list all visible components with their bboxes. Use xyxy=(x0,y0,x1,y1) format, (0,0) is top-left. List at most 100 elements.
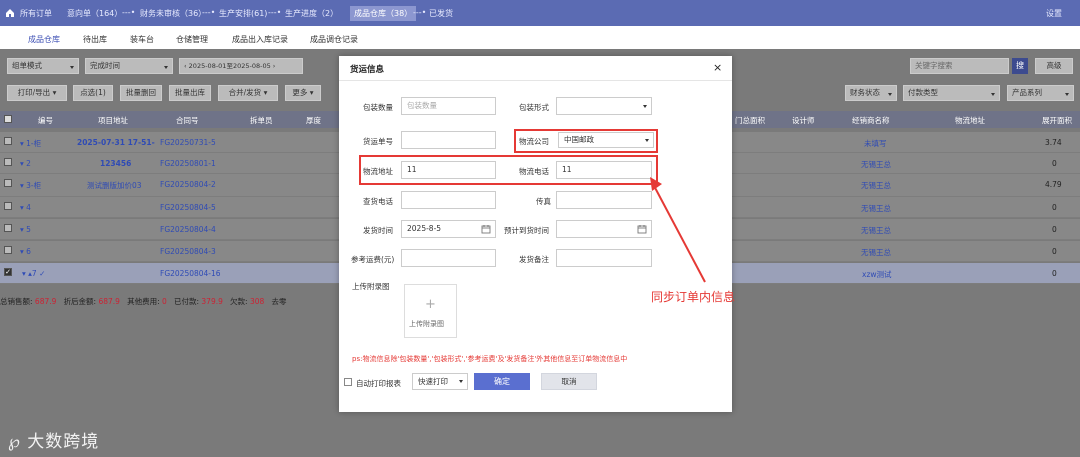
fax-input[interactable] xyxy=(556,191,652,209)
row-area: 0 xyxy=(1052,269,1057,278)
nav-settings[interactable]: 设置 xyxy=(1046,8,1062,19)
col-door-area[interactable]: 门总面积 xyxy=(735,115,765,126)
col-contract[interactable]: 合同号 xyxy=(176,115,199,126)
ship-note-input[interactable] xyxy=(556,249,652,267)
select-all-checkbox[interactable] xyxy=(4,115,12,123)
tab-io-records[interactable]: 成品出入库记录 xyxy=(232,34,288,45)
keyword-search-input[interactable]: 关键字搜索 xyxy=(910,58,1009,74)
col-designer[interactable]: 设计师 xyxy=(792,115,815,126)
auto-print-checkbox[interactable] xyxy=(344,378,352,386)
date-range-picker[interactable]: ‹ 2025-08-01至2025-08-05 › xyxy=(179,58,303,74)
row-dealer[interactable]: 无锡王总 xyxy=(861,180,891,191)
row-checkbox[interactable] xyxy=(4,224,12,232)
total-value: 687.9 xyxy=(34,297,57,306)
row-checkbox[interactable] xyxy=(4,246,12,254)
fee-input[interactable] xyxy=(401,249,496,267)
confirm-button[interactable]: 确定 xyxy=(474,373,530,390)
row-id[interactable]: ▾ 5 xyxy=(20,225,31,234)
row-contract[interactable]: FG20250804-2 xyxy=(160,180,216,189)
more-button[interactable]: 更多 ▾ xyxy=(285,85,321,101)
row-project[interactable]: 测试删版加价03 xyxy=(87,180,142,191)
row-id[interactable]: ▾ ▴7 ✓ xyxy=(22,269,45,278)
tab-pending-out[interactable]: 待出库 xyxy=(83,34,107,45)
row-dealer[interactable]: 无锡王总 xyxy=(861,203,891,214)
fax-label: 传真 xyxy=(536,197,551,206)
col-dealer[interactable]: 经销商名称 xyxy=(852,115,890,126)
row-dealer[interactable]: 无锡王总 xyxy=(861,247,891,258)
row-id[interactable]: ▾ 4 xyxy=(20,203,31,212)
nav-finance[interactable]: 财务未审核（36） xyxy=(140,8,206,19)
select-button[interactable]: 点选(1) xyxy=(73,85,113,101)
row-checkbox[interactable] xyxy=(4,202,12,210)
col-project[interactable]: 项目地址 xyxy=(98,115,128,126)
nav-all-orders[interactable]: 所有订单 xyxy=(20,8,52,19)
col-area[interactable]: 展开面积 xyxy=(1042,115,1072,126)
row-id[interactable]: ▾ 6 xyxy=(20,247,31,256)
query-phone-input[interactable] xyxy=(401,191,496,209)
row-dealer[interactable]: xzw测试 xyxy=(862,269,892,280)
print-export-button[interactable]: 打印/导出 ▾ xyxy=(7,85,67,101)
row-project[interactable]: 2025-07-31 17-51- xyxy=(77,138,155,147)
upload-box[interactable]: + 上传附录图 xyxy=(404,284,457,338)
upload-label: 上传附录图 xyxy=(352,282,390,291)
col-splitter[interactable]: 拆单员 xyxy=(250,115,273,126)
nav-finished-warehouse[interactable]: 成品仓库（38） xyxy=(350,6,417,21)
nav-intent[interactable]: 意向单（164） xyxy=(67,8,122,19)
print-mode-select[interactable]: 快速打印 xyxy=(412,373,468,390)
row-dealer[interactable]: 无锡王总 xyxy=(861,159,891,170)
row-checkbox[interactable] xyxy=(4,137,12,145)
row-id[interactable]: ▾ 2 xyxy=(20,159,31,168)
tab-storage[interactable]: 仓储管理 xyxy=(176,34,208,45)
nav-production[interactable]: 生产安排(61) xyxy=(219,8,267,19)
row-contract[interactable]: FG20250804-5 xyxy=(160,203,216,212)
batch-out-button[interactable]: 批量出库 xyxy=(169,85,211,101)
search-button[interactable]: 搜 xyxy=(1012,58,1028,74)
row-id[interactable]: ▾ 3-柜 xyxy=(20,180,41,191)
product-series-select[interactable]: 产品系列 xyxy=(1007,85,1074,101)
row-contract[interactable]: FG20250804-16 xyxy=(160,269,221,278)
row-checkbox[interactable] xyxy=(4,158,12,166)
pack-type-label: 包装形式 xyxy=(519,103,549,112)
row-checkbox[interactable] xyxy=(4,179,12,187)
time-type-select[interactable]: 完成时间 xyxy=(85,58,173,74)
waybill-input[interactable] xyxy=(401,131,496,149)
row-dealer[interactable]: 未填写 xyxy=(864,138,887,149)
row-id-value: 1-柜 xyxy=(26,139,42,148)
col-thickness[interactable]: 厚度 xyxy=(306,115,321,126)
row-contract[interactable]: FG20250801-1 xyxy=(160,159,216,168)
row-contract[interactable]: FG20250804-4 xyxy=(160,225,216,234)
mode-select[interactable]: 组单模式 xyxy=(7,58,79,74)
nav-sep-1: ---• xyxy=(122,8,136,17)
merge-ship-button[interactable]: 合并/发货 ▾ xyxy=(218,85,278,101)
row-contract[interactable]: FG20250731-5 xyxy=(160,138,216,147)
row-contract[interactable]: FG20250804-3 xyxy=(160,247,216,256)
cancel-button[interactable]: 取消 xyxy=(541,373,597,390)
pack-type-select[interactable] xyxy=(556,97,652,115)
row-checkbox-checked[interactable]: ✓ xyxy=(4,268,12,276)
row-dealer[interactable]: 无锡王总 xyxy=(861,225,891,236)
chevron-right-icon[interactable]: › xyxy=(271,62,276,70)
row-project[interactable]: 123456 xyxy=(100,159,131,168)
ship-time-input[interactable]: 2025-8-5 xyxy=(401,220,496,238)
row-area: 4.79 xyxy=(1045,180,1062,189)
payment-type-select[interactable]: 付款类型 xyxy=(903,85,1000,101)
col-logistics-addr[interactable]: 物流地址 xyxy=(955,115,985,126)
calendar-icon[interactable] xyxy=(481,224,491,234)
close-icon[interactable]: × xyxy=(713,61,722,74)
watermark-logo: ℘ 大数跨境 xyxy=(8,427,99,452)
row-id-value: 2 xyxy=(26,159,31,168)
col-id[interactable]: 编号 xyxy=(38,115,53,126)
batch-return-button[interactable]: 批量删回 xyxy=(120,85,162,101)
arrive-time-input[interactable] xyxy=(556,220,652,238)
home-icon[interactable] xyxy=(5,8,15,18)
tab-transfer-records[interactable]: 成品调仓记录 xyxy=(310,34,358,45)
total-label: 总销售额: xyxy=(0,297,33,306)
row-id[interactable]: ▾ 1-柜 xyxy=(20,138,41,149)
finance-status-select[interactable]: 财务状态 xyxy=(845,85,897,101)
tab-loading[interactable]: 装车台 xyxy=(130,34,154,45)
chevron-down-icon xyxy=(1065,93,1069,96)
pack-qty-input[interactable]: 包装数量 xyxy=(401,97,496,115)
advanced-button[interactable]: 高级 xyxy=(1035,58,1073,74)
nav-shipped[interactable]: 已发货 xyxy=(429,8,453,19)
nav-progress[interactable]: 生产进度（2） xyxy=(285,8,338,19)
